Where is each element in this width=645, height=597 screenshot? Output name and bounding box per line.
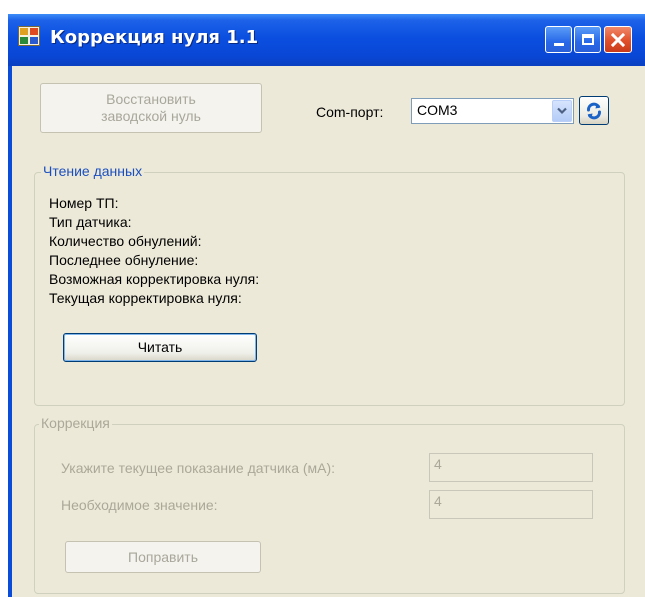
minimize-icon [553,43,564,46]
field-sensor-type: Тип датчика: [49,214,132,230]
current-reading-input[interactable]: 4 [429,453,593,482]
app-window: Коррекция нуля 1.1 Восстановить заводско… [8,14,645,597]
app-icon[interactable] [18,26,40,46]
com-port-select[interactable]: COM3 [411,98,574,124]
title-bar[interactable]: Коррекция нуля 1.1 [8,14,645,66]
field-current-correction: Текущая корректировка нуля: [49,290,242,306]
window-title: Коррекция нуля 1.1 [50,27,259,48]
read-button[interactable]: Читать [63,333,257,362]
field-possible-correction: Возможная корректировка нуля: [49,271,260,287]
close-button[interactable] [604,26,632,53]
read-data-group-title: Чтение данных [41,163,145,179]
dropdown-arrow-button[interactable] [552,100,572,122]
field-last-reset: Последнее обнуление: [49,252,199,268]
correction-group-title: Коррекция [39,415,112,431]
maximize-icon [581,34,594,45]
required-value-input[interactable]: 4 [429,490,593,519]
close-icon [610,32,626,47]
chevron-down-icon [557,107,567,115]
minimize-button[interactable] [545,26,572,53]
fix-button[interactable]: Поправить [65,541,261,573]
client-area: Восстановить заводской нуль Com-порт: CO… [12,66,645,597]
current-reading-label: Укажите текущее показание датчика (мА): [61,460,336,476]
refresh-button[interactable] [579,96,609,125]
required-value-label: Необходимое значение: [61,497,218,513]
maximize-button[interactable] [574,26,601,53]
refresh-icon [587,102,601,119]
field-tp-number: Номер ТП: [49,195,119,211]
correction-group: Коррекция Укажите текущее показание датч… [34,415,625,594]
com-port-label: Com-порт: [316,104,384,120]
field-reset-count: Количество обнулений: [49,233,202,249]
read-data-group: Чтение данных Номер ТП: Тип датчика: Кол… [34,163,625,406]
restore-factory-zero-button[interactable]: Восстановить заводской нуль [40,83,262,133]
com-port-value: COM3 [417,102,458,118]
